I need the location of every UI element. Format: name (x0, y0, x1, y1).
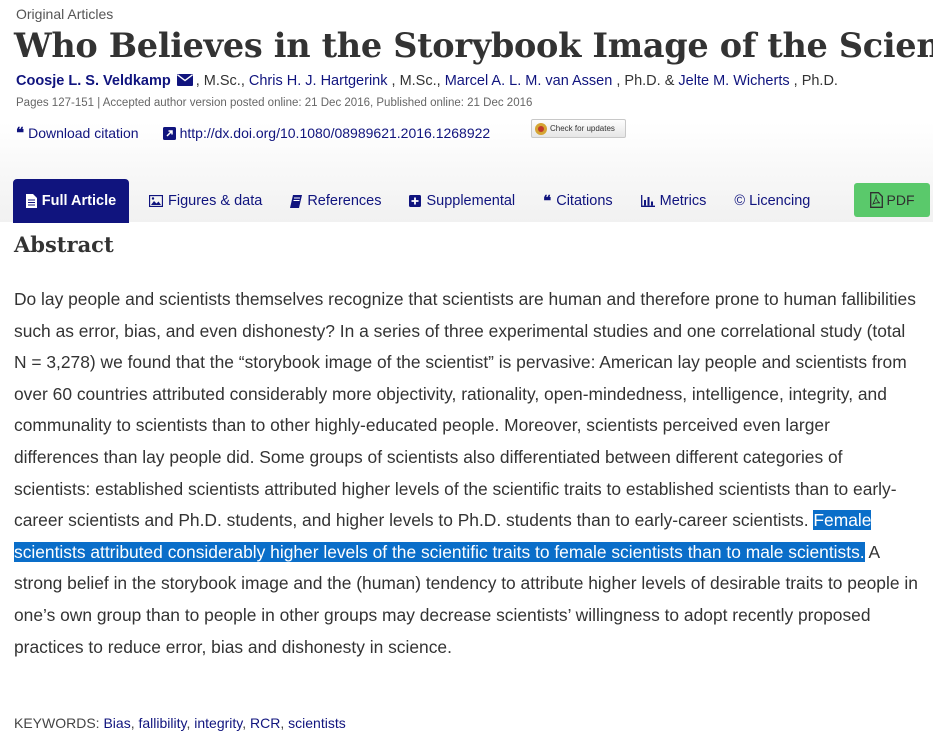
abstract-text-part: Do lay people and scientists themselves … (14, 289, 916, 531)
tab-label: Figures & data (168, 193, 263, 209)
tab-label: References (307, 193, 382, 209)
author-link[interactable]: Coosje L. S. Veldkamp (16, 73, 171, 89)
crossmark-icon (535, 122, 547, 135)
abstract-text: Do lay people and scientists themselves … (14, 284, 919, 663)
book-icon (290, 194, 303, 208)
author-link[interactable]: Jelte M. Wicherts (678, 73, 789, 89)
author-link[interactable]: Chris H. J. Hartgerink (249, 73, 388, 89)
download-citation-link[interactable]: ❝ Download citation (16, 124, 139, 142)
tab-label: Metrics (659, 193, 707, 209)
tab-label: Supplemental (426, 193, 516, 209)
keywords-label: KEYWORDS: (14, 715, 104, 731)
tab-label: Citations (556, 193, 613, 209)
pdf-label: PDF (886, 192, 915, 208)
tab-figures-data[interactable]: Figures & data (135, 179, 276, 223)
tab-metrics[interactable]: Metrics (627, 179, 721, 223)
keyword-link[interactable]: fallibility (138, 715, 186, 731)
plus-square-icon (409, 195, 422, 207)
author-link[interactable]: Marcel A. L. M. van Assen (445, 73, 613, 89)
tab-label: © Licencing (734, 193, 811, 209)
quote-icon: ❝ (16, 124, 25, 142)
article-title: Who Believes in the Storybook Image of t… (14, 26, 933, 65)
doi-label: http://dx.doi.org/10.1080/08989621.2016.… (179, 125, 491, 141)
publication-info: Pages 127-151 | Accepted author version … (16, 97, 533, 109)
doi-link[interactable]: http://dx.doi.org/10.1080/08989621.2016.… (162, 125, 491, 141)
keywords: KEYWORDS: Bias, fallibility, integrity, … (14, 715, 346, 731)
author-degree: , Ph.D. & (612, 73, 679, 89)
author-degree: , M.Sc., (195, 73, 249, 89)
tab-citations[interactable]: ❝ Citations (529, 179, 627, 223)
keyword-link[interactable]: scientists (288, 715, 346, 731)
tab-full-article[interactable]: Full Article (13, 179, 129, 223)
keyword-link[interactable]: Bias (103, 715, 130, 731)
author-list: Coosje L. S. Veldkamp , M.Sc., Chris H. J… (16, 73, 838, 90)
check-updates-label: Check for updates (550, 124, 615, 133)
article-type: Original Articles (16, 6, 114, 22)
quote-icon: ❝ (543, 192, 552, 210)
keyword-separator: , (280, 715, 289, 731)
pdf-button[interactable]: PDF (854, 183, 930, 217)
tab-label: Full Article (41, 193, 117, 209)
tab-references[interactable]: References (276, 179, 395, 223)
abstract-heading: Abstract (14, 232, 114, 257)
author-degree: , Ph.D. (789, 73, 838, 89)
article-tabs: Full Article Figures & data References S… (13, 179, 824, 223)
bar-chart-icon (640, 195, 655, 207)
article-links: ❝ Download citation http://dx.doi.org/10.… (16, 124, 490, 142)
keyword-link[interactable]: RCR (250, 715, 280, 731)
envelope-icon[interactable] (176, 74, 193, 90)
image-icon (149, 195, 163, 207)
keyword-link[interactable]: integrity (194, 715, 242, 731)
tab-supplemental[interactable]: Supplemental (395, 179, 529, 223)
article-page: Original Articles Who Believes in the St… (0, 0, 933, 743)
keyword-separator: , (242, 715, 251, 731)
pdf-file-icon (869, 192, 883, 208)
download-citation-label: Download citation (28, 125, 139, 141)
check-for-updates-button[interactable]: Check for updates (531, 119, 626, 138)
document-icon (25, 194, 37, 208)
tab-licencing[interactable]: © Licencing (720, 179, 824, 223)
author-degree: , M.Sc., (387, 73, 445, 89)
external-link-icon (162, 126, 176, 140)
